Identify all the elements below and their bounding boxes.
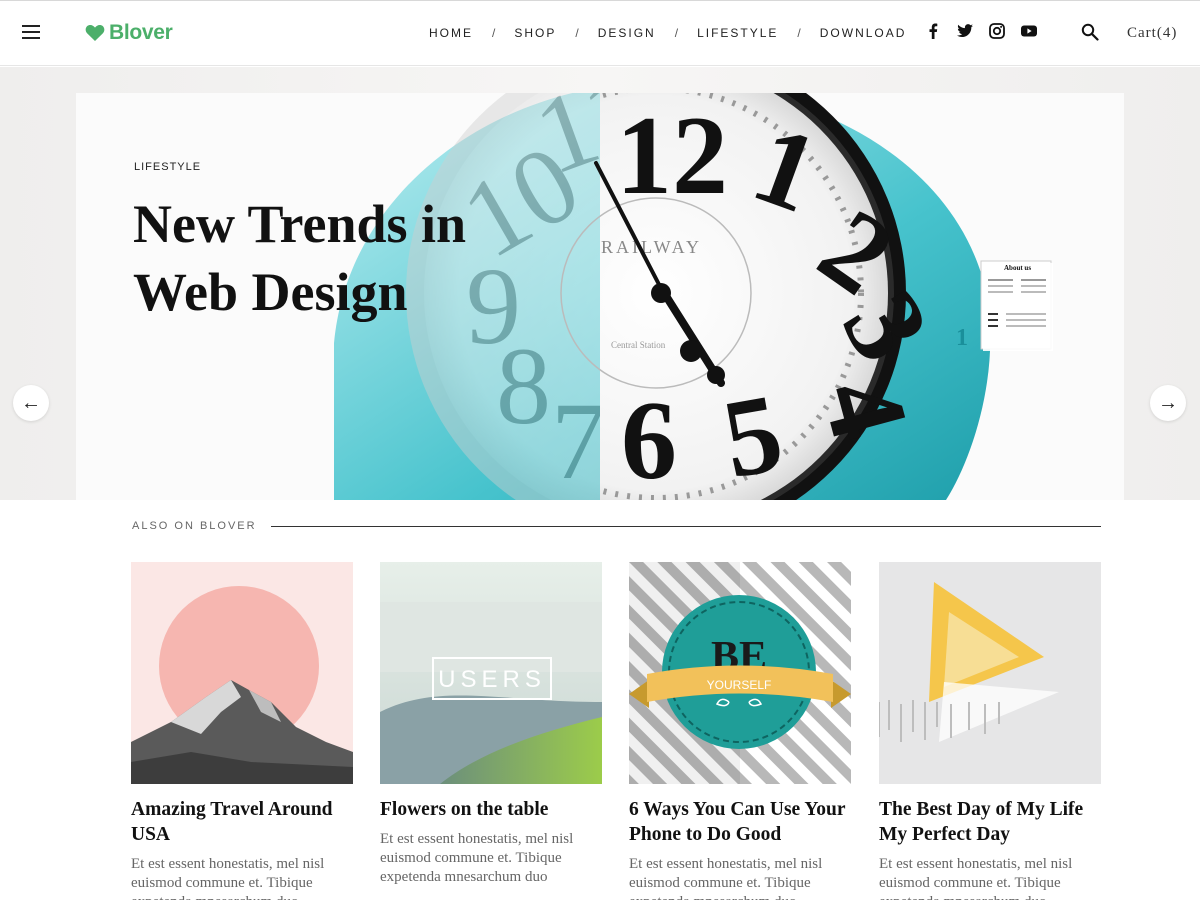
svg-text:USERS: USERS: [438, 666, 546, 693]
post-excerpt: Et est essent honestatis, mel nisl euism…: [131, 856, 325, 900]
post-thumbnail-triangle[interactable]: [879, 562, 1101, 784]
post-card: USERS Flowers on the table Et est essent…: [380, 562, 602, 887]
post-excerpt: Et est essent honestatis, mel nisl euism…: [879, 856, 1073, 900]
post-thumbnail-be-yourself[interactable]: BE YOURSELF: [629, 562, 851, 784]
svg-text:About us: About us: [1004, 264, 1031, 272]
nav-separator: /: [797, 26, 801, 40]
logo-text: Blover: [109, 21, 173, 44]
post-title[interactable]: Amazing Travel Around USA: [131, 797, 353, 847]
instagram-icon[interactable]: [989, 23, 1005, 39]
hero-category[interactable]: LIFESTYLE: [134, 161, 201, 173]
hero-title[interactable]: New Trends in Web Design: [133, 190, 553, 326]
facebook-icon[interactable]: [925, 23, 941, 39]
post-title[interactable]: 6 Ways You Can Use Your Phone to Do Good: [629, 797, 851, 847]
site-header: Blover HOME / SHOP / DESIGN / LIFESTYLE …: [0, 0, 1200, 66]
post-excerpt: Et est essent honestatis, mel nisl euism…: [380, 831, 574, 885]
nav-separator: /: [492, 26, 496, 40]
nav-shop[interactable]: SHOP: [514, 26, 556, 40]
post-title[interactable]: The Best Day of My Life My Perfect Day: [879, 797, 1101, 847]
post-card: BE YOURSELF 6 Ways You Can Use Your Phon…: [629, 562, 851, 900]
svg-text:Central Station: Central Station: [611, 340, 666, 350]
svg-text:6: 6: [621, 379, 677, 500]
social-links: [925, 23, 1053, 39]
related-posts: Amazing Travel Around USA Et est essent …: [131, 562, 1101, 900]
cart-link[interactable]: Cart(4): [1127, 25, 1177, 42]
youtube-icon[interactable]: [1021, 23, 1037, 39]
site-logo[interactable]: Blover: [85, 20, 173, 46]
post-title[interactable]: Flowers on the table: [380, 797, 602, 822]
twitter-icon[interactable]: [957, 23, 973, 39]
svg-text:YOURSELF: YOURSELF: [707, 678, 772, 692]
svg-text:1: 1: [956, 325, 968, 351]
post-thumbnail-mountain[interactable]: [131, 562, 353, 784]
nav-separator: /: [575, 26, 579, 40]
svg-text:7: 7: [551, 380, 606, 500]
nav-home[interactable]: HOME: [429, 26, 473, 40]
post-card: Amazing Travel Around USA Et est essent …: [131, 562, 353, 900]
nav-download[interactable]: DOWNLOAD: [820, 26, 907, 40]
section-divider: [271, 526, 1101, 527]
heart-icon: [85, 24, 105, 41]
section-heading: ALSO ON BLOVER: [132, 520, 257, 532]
menu-icon[interactable]: [22, 25, 40, 39]
main-nav: HOME / SHOP / DESIGN / LIFESTYLE / DOWNL…: [429, 26, 906, 40]
svg-text:RAILWAY: RAILWAY: [601, 237, 702, 257]
prev-slide-button[interactable]: ←: [13, 385, 49, 421]
nav-design[interactable]: DESIGN: [598, 26, 656, 40]
nav-lifestyle[interactable]: LIFESTYLE: [697, 26, 778, 40]
next-slide-button[interactable]: →: [1150, 385, 1186, 421]
post-card: The Best Day of My Life My Perfect Day E…: [879, 562, 1101, 900]
post-thumbnail-users[interactable]: USERS: [380, 562, 602, 784]
post-excerpt: Et est essent honestatis, mel nisl euism…: [629, 856, 823, 900]
nav-separator: /: [674, 26, 679, 40]
search-icon[interactable]: [1081, 23, 1099, 41]
svg-text:8: 8: [496, 325, 551, 447]
